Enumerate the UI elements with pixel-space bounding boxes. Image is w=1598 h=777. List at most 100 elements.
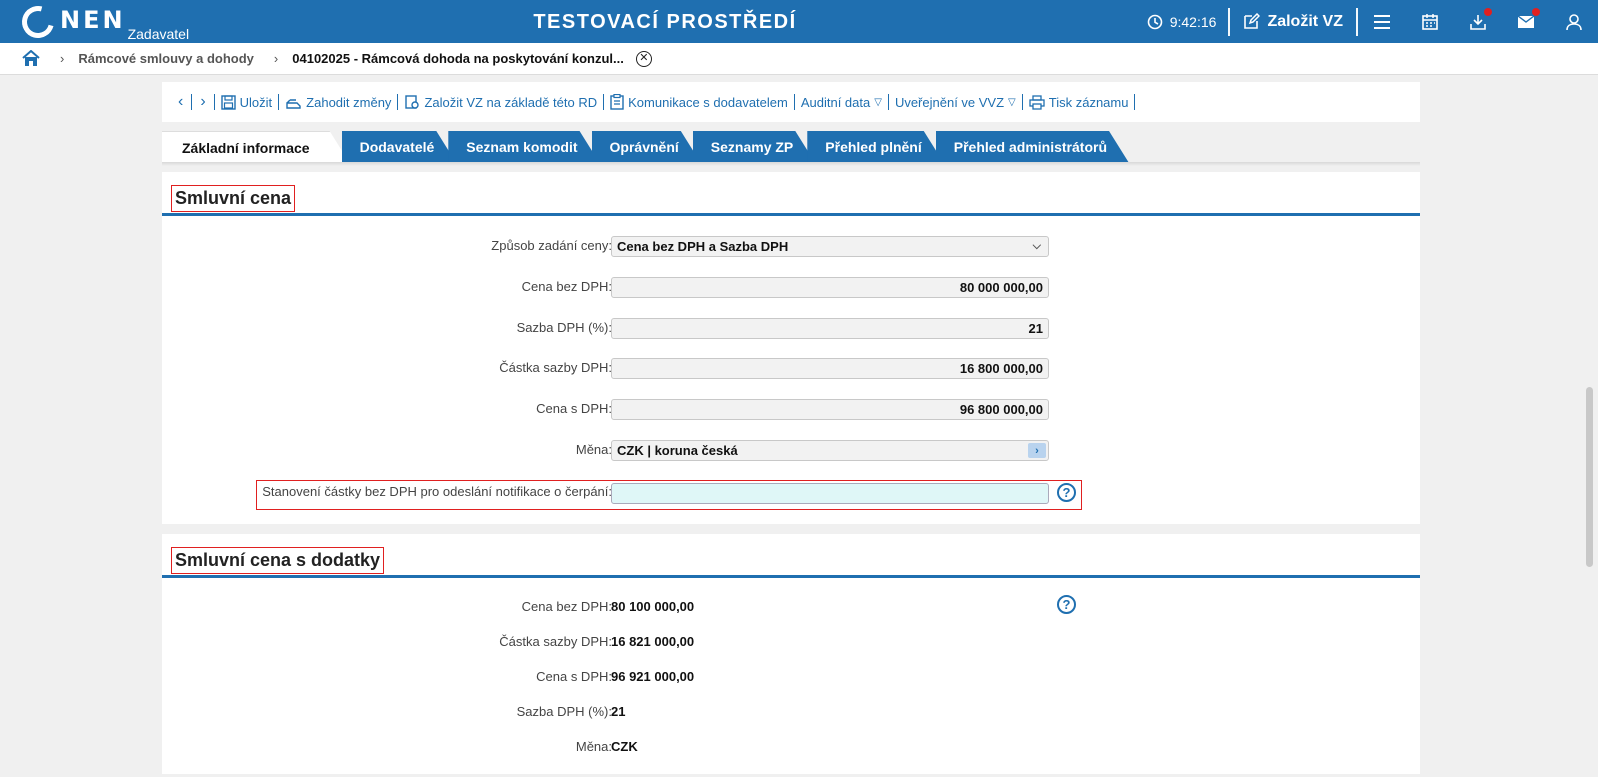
chevron-down-icon: ⌵	[1032, 240, 1041, 252]
amend-vat-amount-label: Částka sazby DPH:	[499, 634, 612, 649]
tab-bar: Základní informace Dodavatelé Seznam kom…	[162, 131, 1121, 163]
save-button[interactable]: Uložit	[215, 95, 279, 110]
create-from-label: Založit VZ na základě této RD	[424, 94, 598, 110]
lookup-arrow-icon[interactable]: ›	[1028, 443, 1046, 458]
amend-vat-amount-value: 16 821 000,00	[611, 634, 695, 649]
discard-changes-button[interactable]: Zahodit změny	[279, 95, 397, 110]
top-bar: NEN Zadavatel TESTOVACÍ PROSTŘEDÍ 9:42:1…	[0, 0, 1598, 44]
communication-label: Komunikace s dodavatelem	[628, 94, 788, 110]
session-clock: 9:42:16	[1147, 14, 1229, 30]
tab-suppliers[interactable]: Dodavatelé	[342, 131, 457, 163]
edit-icon	[1244, 13, 1261, 29]
home-icon[interactable]	[22, 50, 40, 67]
print-label: Tisk záznamu	[1048, 94, 1129, 110]
tab-permissions[interactable]: Oprávnění	[592, 131, 701, 163]
contract-price-amendments-panel: Smluvní cena s dodatky ? Cena bez DPH: 8…	[162, 534, 1420, 774]
page-scrollbar[interactable]	[1582, 75, 1598, 777]
calendar-button[interactable]	[1406, 0, 1454, 43]
notify-threshold-input[interactable]	[611, 483, 1049, 504]
tab-commodities[interactable]: Seznam komodit	[448, 131, 599, 163]
tab-administrators[interactable]: Přehled administrátorů	[936, 131, 1129, 163]
publish-label: Uveřejnění ve VVZ	[894, 94, 1005, 110]
menu-button[interactable]	[1358, 0, 1406, 43]
help-icon[interactable]: ?	[1057, 595, 1076, 614]
price-mode-value: Cena bez DPH a Sazba DPH	[617, 239, 789, 254]
notification-dot	[1532, 8, 1540, 16]
create-vz-from-rd-button[interactable]: Založit VZ na základě této RD	[398, 94, 603, 110]
audit-label: Auditní data	[800, 94, 871, 110]
user-icon	[1566, 13, 1582, 30]
close-tab-icon[interactable]: ✕	[635, 50, 652, 67]
triangle-down-icon: ▽	[1008, 96, 1016, 108]
gear-document-icon	[405, 95, 420, 109]
currency-label: Měna:	[575, 442, 612, 457]
print-record-button[interactable]: Tisk záznamu	[1023, 95, 1135, 110]
amend-vat-rate-value: 21	[611, 704, 626, 719]
notification-dot	[1484, 8, 1492, 16]
tab-fulfillment[interactable]: Přehled plnění	[807, 131, 943, 163]
downloads-button[interactable]	[1454, 0, 1502, 43]
chevron-right-icon: ›	[60, 51, 65, 66]
clipboard-icon	[610, 94, 624, 110]
vat-rate-field[interactable]: 21	[611, 318, 1049, 339]
supplier-communication-button[interactable]: Komunikace s dodavatelem	[604, 94, 794, 110]
tab-zp-lists[interactable]: Seznamy ZP	[693, 131, 815, 163]
printer-icon	[1029, 94, 1045, 110]
chevron-right-icon: ›	[273, 51, 279, 66]
panel-header: Smluvní cena	[162, 172, 1420, 216]
tab-underline	[162, 162, 1420, 166]
amendments-title: Smluvní cena s dodatky	[171, 547, 385, 574]
amend-currency-label: Měna:	[575, 739, 612, 754]
breadcrumb-item-framework-contracts[interactable]: Rámcové smlouvy a dohody	[78, 51, 254, 66]
tab-basic-info[interactable]: Základní informace	[162, 131, 350, 163]
audit-data-dropdown[interactable]: Auditní data ▽	[795, 95, 888, 110]
back-arrow-icon[interactable]: ‹	[170, 93, 191, 111]
messages-button[interactable]	[1502, 0, 1550, 43]
amend-price-ex-label: Cena bez DPH:	[521, 599, 612, 614]
scrollbar-thumb[interactable]	[1586, 387, 1593, 567]
mail-icon	[1517, 14, 1535, 28]
undo-icon	[286, 99, 301, 109]
contract-price-title: Smluvní cena	[171, 185, 296, 212]
price-mode-label: Způsob zadání ceny:	[491, 238, 612, 253]
download-icon	[1470, 14, 1486, 30]
vat-amount-field[interactable]: 16 800 000,00	[611, 358, 1049, 379]
amend-price-inc-label: Cena s DPH:	[536, 669, 612, 684]
calendar-icon	[1422, 13, 1438, 30]
clock-time: 9:42:16	[1169, 13, 1217, 30]
publish-vvz-dropdown[interactable]: Uveřejnění ve VVZ ▽	[889, 95, 1022, 110]
create-vz-label: Založit VZ	[1267, 12, 1343, 30]
currency-value: CZK | koruna česká	[617, 443, 738, 458]
currency-field[interactable]: CZK | koruna česká ›	[611, 440, 1049, 461]
forward-arrow-icon[interactable]: ›	[192, 93, 213, 111]
amend-currency-value: CZK	[611, 739, 638, 754]
notify-threshold-label: Stanovení částky bez DPH pro odeslání no…	[262, 484, 612, 499]
divider	[1228, 7, 1231, 36]
save-label: Uložit	[239, 94, 273, 110]
amend-vat-rate-label: Sazba DPH (%):	[516, 704, 612, 719]
panel-header: Smluvní cena s dodatky	[162, 534, 1420, 578]
help-icon[interactable]: ?	[1057, 483, 1076, 502]
discard-label: Zahodit změny	[306, 94, 392, 110]
create-vz-button[interactable]: Založit VZ	[1230, 13, 1356, 31]
amend-price-ex-value: 80 100 000,00	[611, 599, 695, 614]
floppy-icon	[220, 94, 236, 110]
price-mode-select[interactable]: Cena bez DPH a Sazba DPH ⌵	[611, 236, 1049, 257]
price-inc-vat-field[interactable]: 96 800 000,00	[611, 399, 1049, 420]
clock-icon	[1147, 14, 1163, 29]
price-ex-vat-label: Cena bez DPH:	[521, 279, 612, 294]
vat-rate-label: Sazba DPH (%):	[516, 320, 612, 335]
breadcrumb: › Rámcové smlouvy a dohody › 04102025 - …	[0, 43, 1598, 75]
price-ex-vat-field[interactable]: 80 000 000,00	[611, 277, 1049, 298]
hamburger-icon	[1374, 14, 1390, 29]
amend-price-inc-value: 96 921 000,00	[611, 669, 695, 684]
record-toolbar: ‹ › Uložit Zahodit změny Založit VZ na z…	[162, 82, 1420, 122]
vat-amount-label: Částka sazby DPH:	[499, 360, 612, 375]
divider	[1134, 94, 1136, 110]
contract-price-panel: Smluvní cena Způsob zadání ceny: Cena be…	[162, 172, 1420, 524]
triangle-down-icon: ▽	[874, 96, 882, 108]
breadcrumb-current: 04102025 - Rámcová dohoda na poskytování…	[292, 51, 624, 66]
price-inc-vat-label: Cena s DPH:	[536, 401, 612, 416]
user-profile-button[interactable]	[1550, 0, 1598, 43]
environment-title: TESTOVACÍ PROSTŘEDÍ	[533, 11, 797, 33]
